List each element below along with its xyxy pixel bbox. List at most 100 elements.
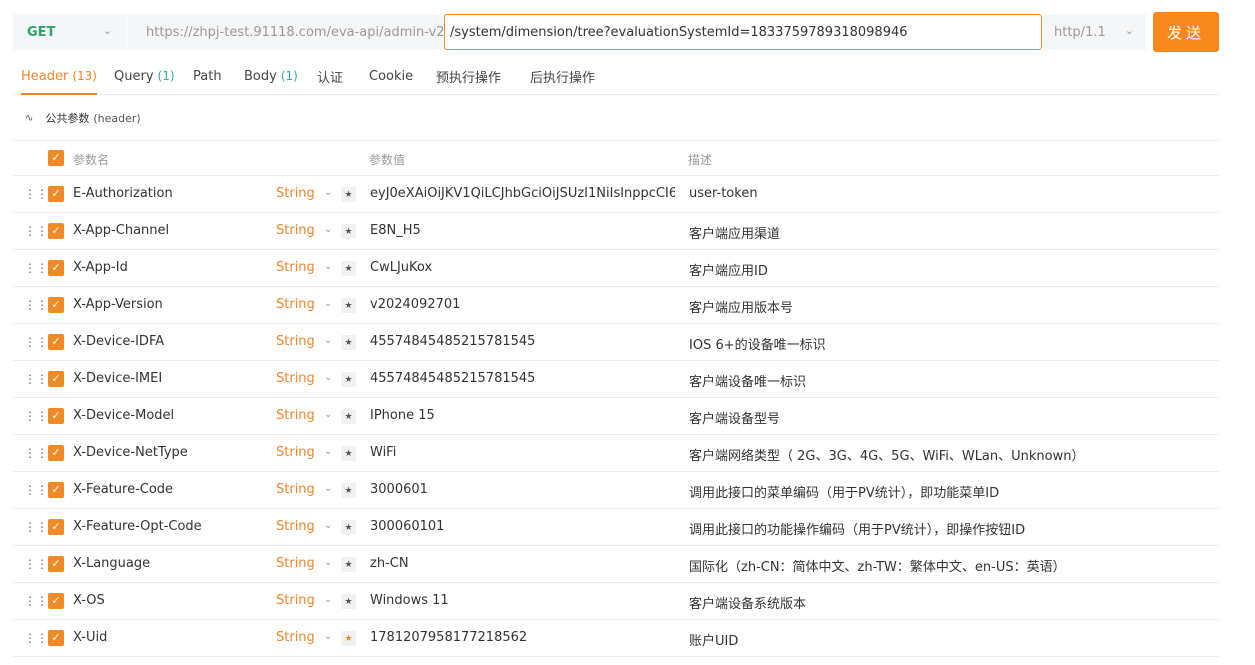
required-star-icon[interactable]: ★ [341,446,356,461]
required-star-icon[interactable]: ★ [341,298,356,313]
chevron-down-icon[interactable]: ⌄ [324,224,332,235]
param-value[interactable]: E8N_H5 [370,223,675,238]
param-type[interactable]: String [276,593,315,608]
row-checkbox[interactable]: ✓ [48,630,64,646]
param-description[interactable]: 客户端应用ID [689,260,768,279]
required-star-icon[interactable]: ★ [341,557,356,572]
select-all-checkbox[interactable]: ✓ [48,150,64,166]
tab-auth[interactable]: 认证 [317,58,343,94]
chevron-down-icon[interactable]: ⌄ [324,409,332,420]
param-description[interactable]: 国际化（zh-CN：简体中文、zh-TW：繁体中文、en-US：英语） [689,556,1066,575]
tab-header[interactable]: Header (13) [21,58,97,95]
param-value[interactable]: eyJ0eXAiOiJKV1QiLCJhbGciOiJSUzI1NiIsInpp… [370,186,675,201]
path-input[interactable] [444,14,1042,50]
param-type[interactable]: String [276,223,315,238]
drag-handle-icon[interactable]: ⋮⋮ [24,410,48,422]
param-type[interactable]: String [276,186,315,201]
chevron-down-icon[interactable]: ⌄ [324,335,332,346]
public-params-group[interactable]: ∿ 公共参数 (header) [25,108,141,128]
chevron-down-icon[interactable]: ⌄ [324,187,332,198]
param-description[interactable]: 调用此接口的菜单编码（用于PV统计），即功能菜单ID [689,482,999,501]
param-description[interactable]: 客户端网络类型（ 2G、3G、4G、5G、WiFi、WLan、Unknown） [689,445,1085,464]
param-description[interactable]: 客户端应用版本号 [689,297,793,316]
param-type[interactable]: String [276,260,315,275]
drag-handle-icon[interactable]: ⋮⋮ [24,299,48,311]
tab-query[interactable]: Query (1) [114,58,175,94]
param-name[interactable]: X-App-Id [73,260,128,275]
required-star-icon[interactable]: ★ [341,594,356,609]
row-checkbox[interactable]: ✓ [48,223,64,239]
param-description[interactable]: 客户端应用渠道 [689,223,780,242]
param-description[interactable]: 调用此接口的功能操作编码（用于PV统计），即操作按钮ID [689,519,1025,538]
drag-handle-icon[interactable]: ⋮⋮ [24,632,48,644]
protocol-select[interactable]: http/1.1 ⌄ [1043,14,1146,50]
param-name[interactable]: X-OS [73,593,105,608]
param-description[interactable]: user-token [689,186,758,201]
param-value[interactable]: 3000601 [370,482,675,497]
param-value[interactable]: 1781207958177218562 [370,630,675,645]
row-checkbox[interactable]: ✓ [48,334,64,350]
row-checkbox[interactable]: ✓ [48,297,64,313]
required-star-icon[interactable]: ★ [341,409,356,424]
param-description[interactable]: IOS 6+的设备唯一标识 [689,334,826,353]
drag-handle-icon[interactable]: ⋮⋮ [24,484,48,496]
param-name[interactable]: E-Authorization [73,186,173,201]
row-checkbox[interactable]: ✓ [48,593,64,609]
drag-handle-icon[interactable]: ⋮⋮ [24,336,48,348]
tab-cookie[interactable]: Cookie [369,58,413,94]
param-value[interactable]: CwLJuKox [370,260,675,275]
required-star-icon[interactable]: ★ [341,335,356,350]
param-type[interactable]: String [276,297,315,312]
drag-handle-icon[interactable]: ⋮⋮ [24,521,48,533]
drag-handle-icon[interactable]: ⋮⋮ [24,373,48,385]
param-description[interactable]: 客户端设备系统版本 [689,593,806,612]
required-star-icon[interactable]: ★ [341,187,356,202]
param-name[interactable]: X-Device-NetType [73,445,188,460]
param-type[interactable]: String [276,334,315,349]
param-name[interactable]: X-Uid [73,630,107,645]
drag-handle-icon[interactable]: ⋮⋮ [24,262,48,274]
send-button[interactable]: 发送 [1153,12,1219,52]
param-type[interactable]: String [276,482,315,497]
param-value[interactable]: 45574845485215781545 [370,334,675,349]
param-type[interactable]: String [276,408,315,423]
drag-handle-icon[interactable]: ⋮⋮ [24,595,48,607]
param-name[interactable]: X-Feature-Code [73,482,173,497]
param-name[interactable]: X-Device-IMEI [73,371,162,386]
param-value[interactable]: 300060101 [370,519,675,534]
param-description[interactable]: 账户UID [689,630,738,649]
param-type[interactable]: String [276,630,315,645]
chevron-down-icon[interactable]: ⌄ [324,594,332,605]
drag-handle-icon[interactable]: ⋮⋮ [24,225,48,237]
method-select[interactable]: GET ⌄ [13,14,126,50]
param-value[interactable]: zh-CN [370,556,675,571]
row-checkbox[interactable]: ✓ [48,408,64,424]
required-star-icon[interactable]: ★ [341,261,356,276]
required-star-icon[interactable]: ★ [341,224,356,239]
row-checkbox[interactable]: ✓ [48,445,64,461]
row-checkbox[interactable]: ✓ [48,260,64,276]
chevron-down-icon[interactable]: ⌄ [324,557,332,568]
chevron-down-icon[interactable]: ⌄ [324,446,332,457]
drag-handle-icon[interactable]: ⋮⋮ [24,447,48,459]
drag-handle-icon[interactable]: ⋮⋮ [24,188,48,200]
row-checkbox[interactable]: ✓ [48,371,64,387]
required-star-icon[interactable]: ★ [341,631,356,646]
chevron-down-icon[interactable]: ⌄ [324,298,332,309]
param-name[interactable]: X-Device-Model [73,408,174,423]
param-name[interactable]: X-App-Version [73,297,163,312]
tab-pre-request[interactable]: 预执行操作 [436,58,501,94]
chevron-down-icon[interactable]: ⌄ [324,520,332,531]
param-description[interactable]: 客户端设备唯一标识 [689,371,806,390]
param-name[interactable]: X-App-Channel [73,223,169,238]
chevron-down-icon[interactable]: ⌄ [324,261,332,272]
required-star-icon[interactable]: ★ [341,372,356,387]
collapse-icon[interactable]: ∿ [25,113,33,124]
param-type[interactable]: String [276,556,315,571]
row-checkbox[interactable]: ✓ [48,519,64,535]
drag-handle-icon[interactable]: ⋮⋮ [24,558,48,570]
chevron-down-icon[interactable]: ⌄ [324,483,332,494]
required-star-icon[interactable]: ★ [341,520,356,535]
required-star-icon[interactable]: ★ [341,483,356,498]
param-description[interactable]: 客户端设备型号 [689,408,780,427]
